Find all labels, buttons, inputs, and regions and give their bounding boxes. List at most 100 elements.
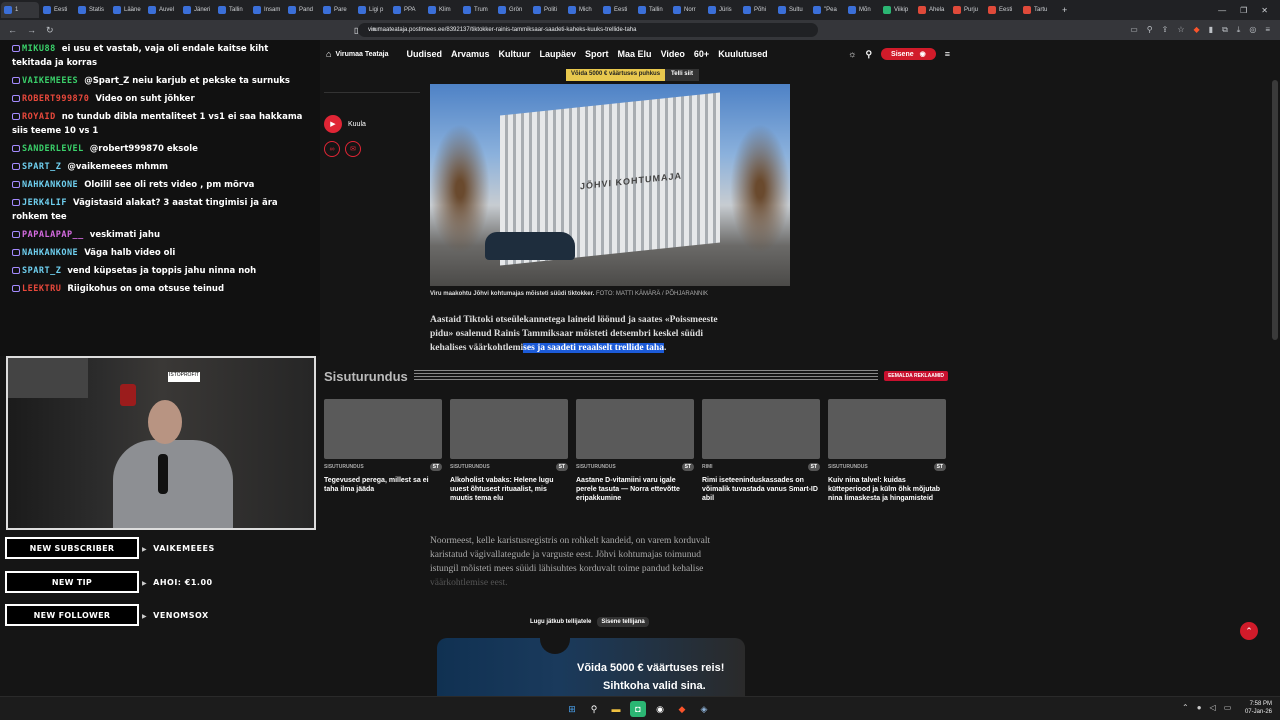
cast-icon[interactable]: ▭ [1130, 25, 1138, 35]
brave-icon[interactable]: ◆ [1194, 25, 1200, 35]
browser-tab[interactable]: Eesti [985, 2, 1019, 18]
nav-item[interactable]: Arvamus [451, 49, 490, 59]
nav-item[interactable]: 60+ [694, 49, 709, 59]
network-icon[interactable]: ▭ [1224, 703, 1232, 712]
chevron-up-icon[interactable]: ⌃ [1182, 703, 1189, 712]
browser-tab[interactable]: Põhi [740, 2, 774, 18]
browser-tab[interactable]: Ahela [915, 2, 949, 18]
sponsored-card[interactable]: SISUTURUNDUS ST Kuiv nina talvel: kuidas k… [828, 399, 946, 503]
wallet-icon[interactable]: ◎ [1249, 25, 1256, 35]
reload-icon[interactable]: ↻ [46, 25, 54, 36]
site-logo[interactable]: ⌂ Virumaa Teataja [326, 49, 388, 59]
nav-item[interactable]: Kuulutused [718, 49, 768, 59]
browser-tab[interactable]: Ligi p [355, 2, 389, 18]
url-field[interactable]: virumaateataja.postimees.ee/8392137/tikt… [358, 23, 818, 37]
folder-icon[interactable]: ▬ [608, 701, 624, 717]
bookmark-icon[interactable]: ▯ [354, 26, 358, 35]
hamburger-icon[interactable]: ≡ [945, 49, 950, 59]
extensions-icon[interactable]: ⧉ [1222, 25, 1228, 35]
clock-date: 07-Jan-26 [1244, 709, 1272, 715]
menu-icon[interactable]: ≡ [1265, 25, 1270, 35]
clock[interactable]: 7:58 PM 07-Jan-26 [1238, 700, 1272, 716]
share-icon[interactable]: ⇪ [1162, 25, 1169, 35]
tab-favicon-icon [113, 6, 121, 14]
listen-button[interactable]: ▶ Kuula [324, 115, 420, 133]
sidebar-icon[interactable]: ▮ [1209, 25, 1213, 35]
browser-tab[interactable]: Lääne [110, 2, 144, 18]
home-icon[interactable]: ⌂ [326, 49, 331, 59]
windows-icon[interactable]: ⊞ [564, 701, 580, 717]
nav-item[interactable]: Laupäev [540, 49, 577, 59]
browser-tab[interactable]: Tallin [635, 2, 669, 18]
star-icon[interactable]: ☆ [1177, 25, 1184, 35]
browser-tab[interactable]: Mõn [845, 2, 879, 18]
browser-tab[interactable]: Eesti [600, 2, 634, 18]
browser-tab[interactable]: Politi [530, 2, 564, 18]
promo-button[interactable]: Telli siit [665, 69, 699, 81]
browser-tab[interactable]: Sultu [775, 2, 809, 18]
card-meta: RIMI ST [702, 463, 820, 471]
steam-icon[interactable]: ◈ [696, 701, 712, 717]
browser-tab[interactable]: Insam [250, 2, 284, 18]
browser-tab[interactable]: Jüris [705, 2, 739, 18]
subscriber-login-button[interactable]: Sisene tellijana [597, 617, 649, 627]
browser-tab[interactable]: PPA [390, 2, 424, 18]
login-button[interactable]: Sisene ◉ [881, 48, 936, 60]
site-info-icon[interactable]: ≡ [372, 27, 376, 34]
browser-tab[interactable]: Viikip [880, 2, 914, 18]
browser-tab[interactable]: Auvel [145, 2, 179, 18]
sponsored-card[interactable]: SISUTURUNDUS ST Alkoholist vabaks: Helene … [450, 399, 568, 503]
twitch-badge-icon [12, 249, 20, 256]
nav-item[interactable]: Sport [585, 49, 609, 59]
nav-item[interactable]: Maa Elu [618, 49, 652, 59]
download-icon[interactable]: ⤓ [1237, 25, 1241, 35]
browser-tab[interactable]: Eesti [40, 2, 74, 18]
forward-icon[interactable]: → [27, 25, 36, 35]
minimize-icon[interactable]: — [1218, 6, 1226, 15]
new-tab-button[interactable]: + [1062, 5, 1067, 15]
browser-tab[interactable]: Tallin [215, 2, 249, 18]
link-icon[interactable]: ∞ [324, 141, 340, 157]
remove-ads-button[interactable]: EEMALDA REKLAAMID [884, 371, 948, 381]
browser-tab[interactable]: Pand [285, 2, 319, 18]
chat-app-icon[interactable]: ◘ [630, 701, 646, 717]
search-icon[interactable]: ⚲ [586, 701, 602, 717]
zoom-icon[interactable]: ⚲ [1147, 25, 1153, 35]
theme-icon[interactable]: ☼ [848, 49, 856, 59]
mic-icon[interactable]: ● [1197, 703, 1202, 712]
sponsored-card[interactable]: RIMI ST Rimi iseteeninduskassades on võima… [702, 399, 820, 503]
back-icon[interactable]: ← [8, 25, 17, 35]
nav-item[interactable]: Video [661, 49, 685, 59]
promo-box[interactable]: Võida 5000 € väärtuses reis! Sihtkoha va… [437, 638, 745, 696]
browser-tab[interactable]: Tartu [1020, 2, 1054, 18]
browser-tab[interactable]: Jäneri [180, 2, 214, 18]
browser-tab[interactable]: Mich [565, 2, 599, 18]
caption-credit: FOTO: MATTI KÄMÄRÄ / PÕHJARANNIK [595, 291, 709, 297]
close-icon[interactable]: ✕ [1261, 6, 1268, 15]
chat-text: vend küpsetas ja toppis jahu ninna noh [67, 266, 257, 276]
nav-item[interactable]: Kultuur [499, 49, 531, 59]
promo-strip[interactable]: Võida 5000 € väärtuses puhkus Telli siit [566, 69, 699, 81]
browser-tab[interactable]: Purju [950, 2, 984, 18]
twitch-badge-icon [12, 163, 20, 170]
browser-tab[interactable]: Grön [495, 2, 529, 18]
browser-tab[interactable]: Pare [320, 2, 354, 18]
sponsored-card[interactable]: SISUTURUNDUS ST Aastane D-vitamiini varu i… [576, 399, 694, 503]
mail-icon[interactable]: ✉ [345, 141, 361, 157]
brave-icon[interactable]: ◆ [674, 701, 690, 717]
browser-tab[interactable]: "Pea [810, 2, 844, 18]
card-badge: ST [807, 463, 820, 471]
browser-tab[interactable]: Klim [425, 2, 459, 18]
scroll-top-button[interactable]: ⌃ [1240, 622, 1258, 640]
browser-tab[interactable]: 1 [1, 2, 39, 18]
scrollbar[interactable] [1272, 80, 1278, 340]
browser-tab[interactable]: Trum [460, 2, 494, 18]
sponsored-card[interactable]: SISUTURUNDUS ST Tegevused perega, millest … [324, 399, 442, 503]
nav-item[interactable]: Uudised [406, 49, 442, 59]
camera-app-icon[interactable]: ◉ [652, 701, 668, 717]
maximize-icon[interactable]: ❐ [1240, 6, 1247, 15]
browser-tab[interactable]: Norr [670, 2, 704, 18]
volume-icon[interactable]: ◁ [1210, 703, 1216, 712]
search-icon[interactable]: ⚲ [865, 49, 872, 60]
browser-tab[interactable]: Statis [75, 2, 109, 18]
